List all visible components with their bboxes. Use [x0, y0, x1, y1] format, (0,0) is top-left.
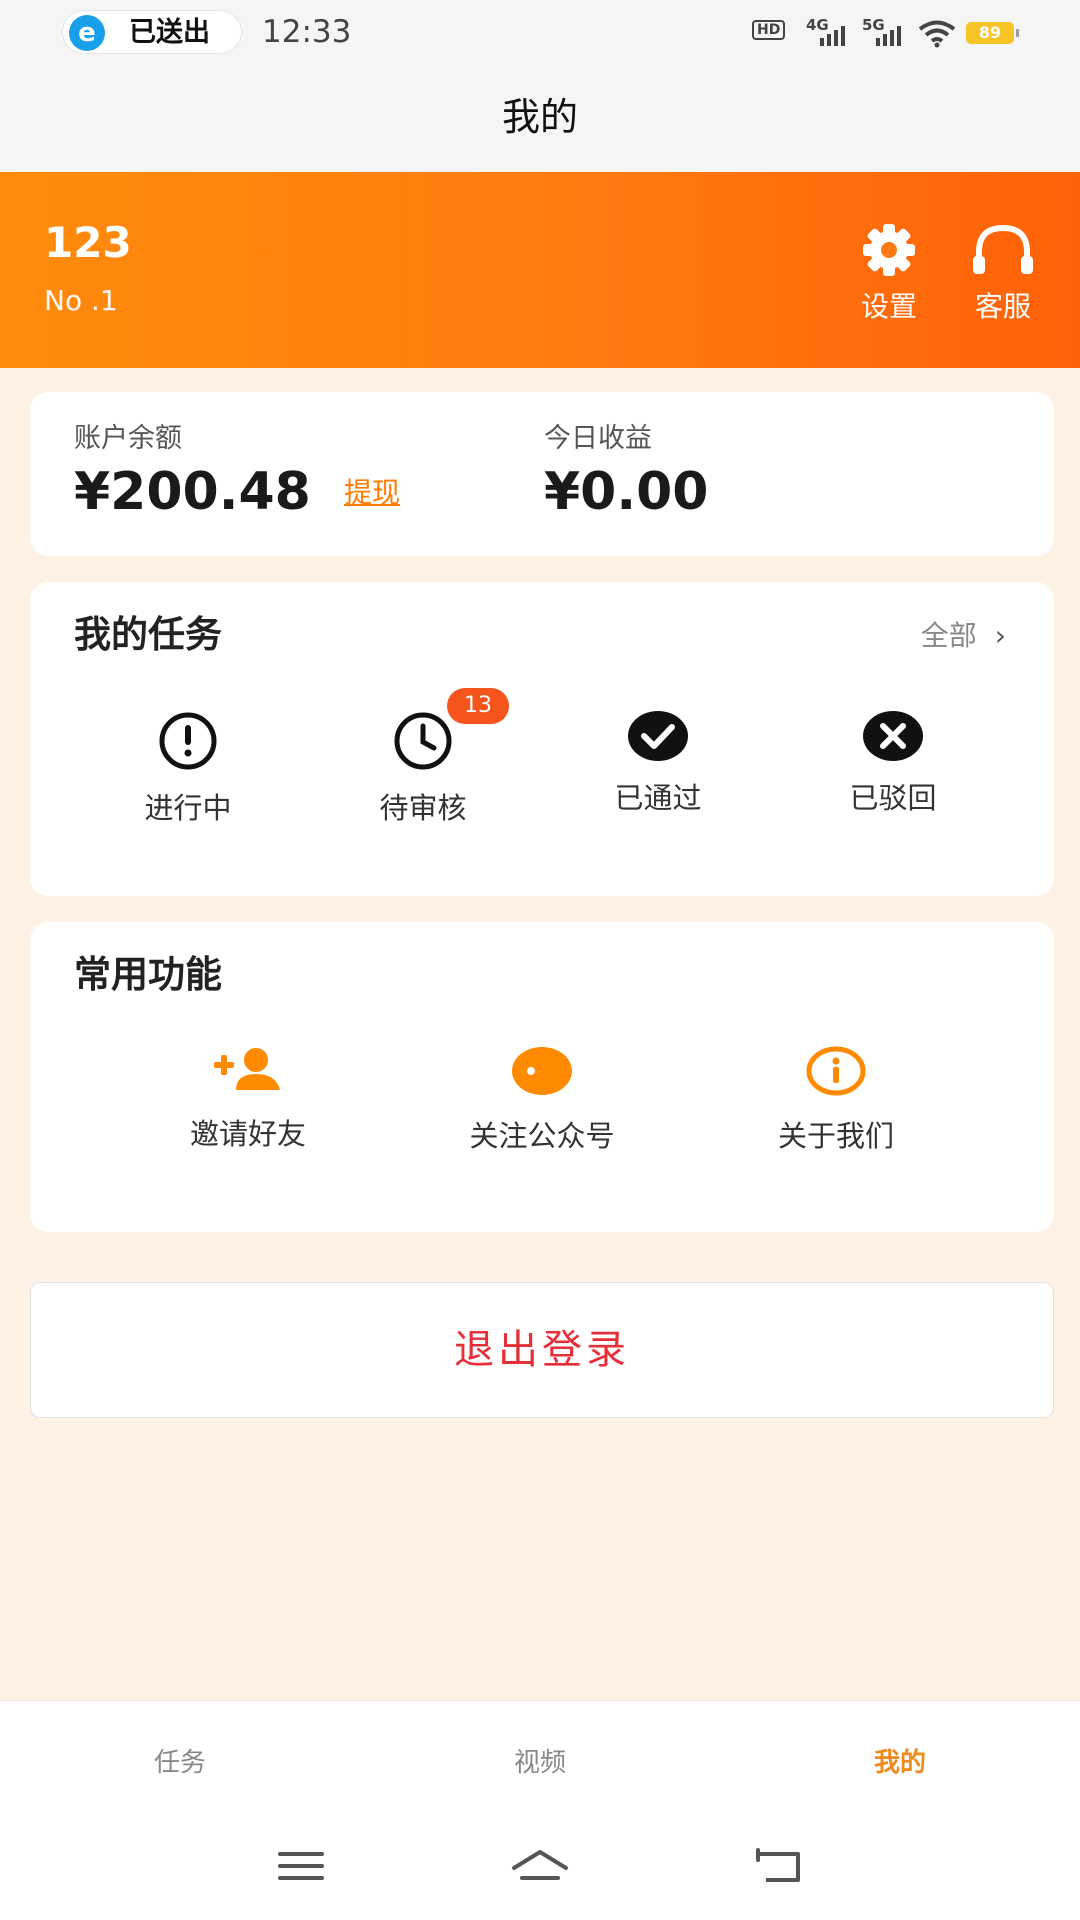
task-in-progress-label: 进行中 [144, 791, 232, 825]
follow-official-account-label: 关注公众号 [469, 1119, 615, 1153]
account-balance-label: 账户余额 [74, 423, 182, 454]
gear-icon [863, 224, 915, 276]
pending-count-badge: 13 [447, 688, 509, 724]
sent-pill[interactable]: e 已送出 [62, 10, 242, 54]
wifi-icon [918, 20, 956, 48]
app-logo-icon: e [69, 15, 105, 51]
invite-friends[interactable]: 邀请好友 [128, 1046, 368, 1152]
task-rejected-label: 已驳回 [849, 781, 937, 815]
menu-icon[interactable] [278, 1846, 324, 1886]
account-balance-value: ¥200.48 [74, 462, 311, 522]
about-us[interactable]: 关于我们 [716, 1046, 956, 1154]
signal-bars-2-icon [876, 22, 906, 46]
info-icon [806, 1046, 866, 1096]
hd-label: HD [752, 20, 786, 40]
account-balance: 账户余额 ¥200.48 [74, 422, 311, 524]
tab-tasks[interactable]: 任务 [80, 1745, 280, 1781]
today-earnings-label: 今日收益 [544, 423, 652, 454]
check-circle-icon [628, 711, 688, 761]
user-rank: No .1 [44, 284, 118, 317]
tasks-title: 我的任务 [74, 613, 222, 656]
common-functions-card: 常用功能 邀请好友 关注公众号 关于我们 [30, 922, 1054, 1232]
invite-friends-label: 邀请好友 [189, 1117, 306, 1151]
home-icon[interactable] [510, 1846, 570, 1886]
exclamation-circle-icon [159, 712, 217, 770]
logout-button[interactable]: 退出登录 [30, 1282, 1054, 1418]
see-all-label: 全部 [920, 619, 977, 652]
task-approved-label: 已通过 [614, 781, 702, 815]
x-circle-icon [863, 711, 923, 761]
battery-indicator: 89 [966, 22, 1019, 44]
page-title: 我的 [501, 95, 578, 139]
profile-header: 123 No .1 设置 客服 [0, 172, 1080, 368]
my-tasks-card: 我的任务 全部 › 进行中 13 待审核 已通过 已驳回 [30, 582, 1054, 896]
settings-label: 设置 [860, 290, 917, 323]
service-label: 客服 [974, 290, 1031, 323]
balance-card: 账户余额 ¥200.48 提现 今日收益 ¥0.00 [30, 392, 1054, 556]
about-us-label: 关于我们 [777, 1119, 894, 1153]
signal-bars-1-icon [820, 22, 850, 46]
task-pending-review-label: 待审核 [379, 791, 467, 825]
add-user-icon [214, 1048, 280, 1090]
task-in-progress[interactable]: 进行中 [88, 710, 288, 826]
task-rejected[interactable]: 已驳回 [793, 710, 993, 816]
logout-label: 退出登录 [454, 1327, 630, 1373]
status-time: 12:33 [262, 14, 352, 50]
sent-text: 已送出 [129, 17, 210, 48]
follow-official-account[interactable]: 关注公众号 [422, 1046, 662, 1154]
bottom-tab-bar: 任务 视频 我的 [0, 1700, 1080, 1825]
see-all-link[interactable]: 全部 › [921, 618, 1006, 654]
task-approved[interactable]: 已通过 [558, 710, 758, 816]
system-navigation-bar [0, 1824, 1080, 1920]
settings-button[interactable]: 设置 [844, 222, 934, 324]
functions-title: 常用功能 [74, 953, 222, 996]
status-bar: e 已送出 12:33 HD 4G 5G 89 [0, 0, 1080, 66]
headset-icon [973, 224, 1033, 274]
today-earnings: 今日收益 ¥0.00 [544, 422, 708, 524]
title-bar: 我的 [0, 66, 1080, 172]
clock-icon [394, 712, 452, 770]
customer-service-button[interactable]: 客服 [958, 222, 1048, 324]
user-name: 123 [44, 218, 132, 267]
withdraw-link[interactable]: 提现 [344, 476, 400, 510]
today-earnings-value: ¥0.00 [544, 462, 709, 522]
tab-mine[interactable]: 我的 [800, 1745, 1000, 1781]
chevron-right-icon: › [994, 619, 1006, 652]
back-icon[interactable] [754, 1846, 804, 1886]
task-pending-review[interactable]: 13 待审核 [323, 688, 523, 826]
follow-icon [512, 1047, 572, 1095]
tab-videos[interactable]: 视频 [440, 1745, 640, 1781]
